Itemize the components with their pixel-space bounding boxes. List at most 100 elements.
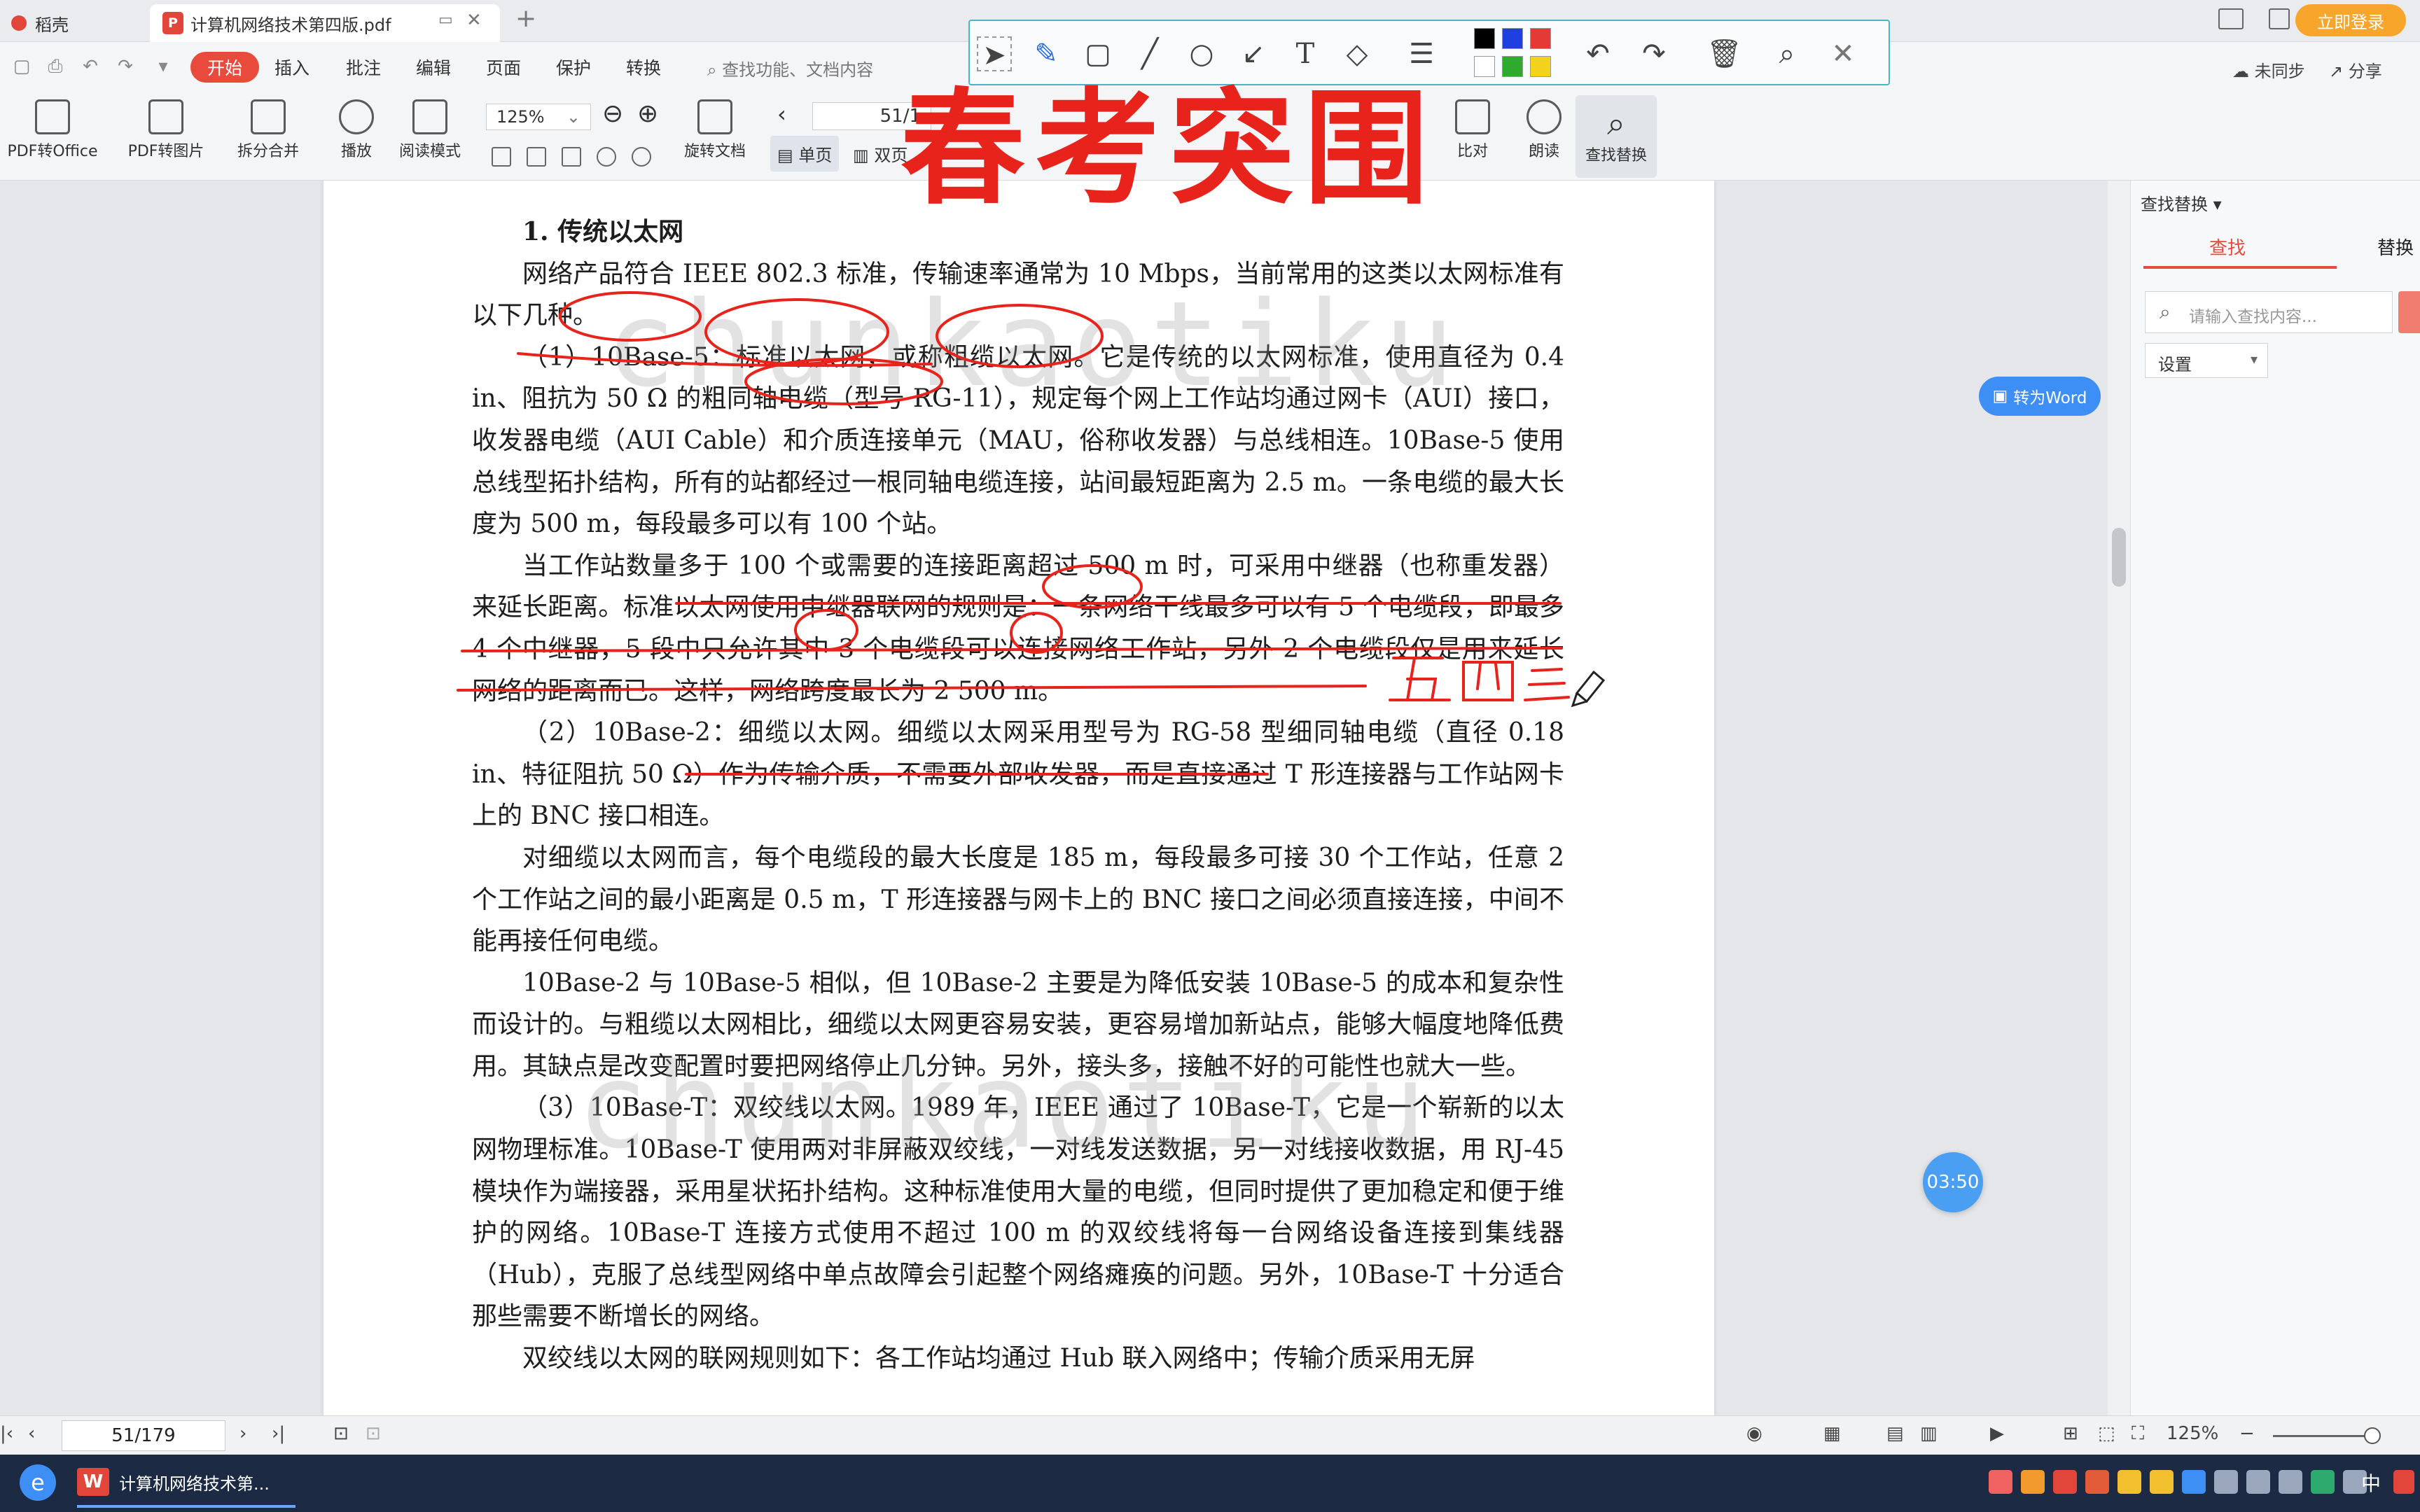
document-viewport[interactable]: 1. 传统以太网 网络产品符合 IEEE 802.3 标准，传输速率通常为 10… <box>0 181 2115 1415</box>
fit-page-icon[interactable]: ⊡ <box>333 1423 349 1444</box>
menu-insert[interactable]: 插入 <box>274 55 310 80</box>
find-submit-button[interactable] <box>2398 291 2420 333</box>
zoom-in-icon[interactable]: ⊕ <box>637 99 658 128</box>
rotate-document-button[interactable]: 旋转文档 <box>676 99 753 161</box>
quick-access-dropdown-icon[interactable]: ▾ <box>153 56 174 77</box>
line-width-icon[interactable]: ☰ <box>1404 36 1439 71</box>
menu-page[interactable]: 页面 <box>486 55 521 80</box>
next-page-icon[interactable]: › <box>239 1423 246 1444</box>
wechat-icon[interactable] <box>2311 1470 2335 1494</box>
status-page-field[interactable]: 51/179 <box>62 1420 225 1451</box>
folder-icon[interactable] <box>2118 1470 2141 1494</box>
tray-app-icon-3[interactable] <box>2053 1470 2077 1494</box>
find-input[interactable]: ⌕ 请输入查找内容... <box>2145 291 2393 333</box>
first-page-icon[interactable]: |‹ <box>0 1423 13 1444</box>
fit-icon[interactable] <box>492 147 511 167</box>
tab-document[interactable]: P 计算机网络技术第四版.pdf ▭ ✕ <box>150 4 500 42</box>
tray-app-icon-6[interactable] <box>2393 1470 2414 1494</box>
tab-replace[interactable]: 替换 <box>2377 234 2414 260</box>
share-button[interactable]: ↗ 分享 <box>2329 57 2382 82</box>
layout-icon[interactable] <box>2218 8 2244 29</box>
close-tab-button[interactable]: ✕ <box>466 10 482 31</box>
compare-button[interactable]: 比对 <box>1434 99 1511 161</box>
grid-icon[interactable] <box>2269 8 2290 29</box>
status-zoom-value[interactable]: 125% <box>2167 1423 2218 1444</box>
split-merge-button[interactable]: 拆分合并 <box>225 99 311 161</box>
pdf-to-image-button[interactable]: PDF转图片 <box>119 99 213 161</box>
tab-find[interactable]: 查找 <box>2209 234 2246 260</box>
network-icon[interactable] <box>2246 1470 2270 1494</box>
arrow-tool-icon[interactable]: ↙ <box>1236 36 1271 71</box>
select-icon[interactable] <box>562 147 581 167</box>
sync-status[interactable]: ☁ 未同步 <box>2232 57 2305 82</box>
single-page-button[interactable]: ▤ 单页 <box>770 136 840 172</box>
panel-title[interactable]: 查找替换 ▾ <box>2141 190 2222 215</box>
trash-icon[interactable]: 🗑 <box>1706 36 1742 71</box>
menu-annotate[interactable]: 批注 <box>346 55 381 80</box>
fullscreen-icon[interactable]: ⛶ <box>2132 1423 2144 1445</box>
function-search[interactable]: ⌕ 查找功能、文档内容 <box>707 56 873 80</box>
tray-app-icon-5[interactable] <box>2182 1470 2206 1494</box>
vertical-scrollbar[interactable] <box>2108 181 2130 1415</box>
tray-app-icon-2[interactable] <box>2021 1470 2045 1494</box>
rectangle-tool-icon[interactable]: ▢ <box>1080 36 1115 71</box>
crop-icon[interactable] <box>527 147 546 167</box>
redo-icon[interactable]: ↷ <box>115 56 136 77</box>
zoom-slider-knob[interactable] <box>2364 1427 2381 1444</box>
new-tab-button[interactable]: + <box>515 4 536 33</box>
read-mode-button[interactable]: 阅读模式 <box>394 99 466 161</box>
rotate-right-icon[interactable] <box>632 147 651 167</box>
color-swatch-green[interactable] <box>1502 56 1523 77</box>
scrollbar-thumb[interactable] <box>2112 528 2126 587</box>
zoom-select[interactable]: 125% ⌄ <box>486 104 591 130</box>
print-icon[interactable]: ⎙ <box>45 56 66 77</box>
redo-stroke-icon[interactable]: ↷ <box>1636 36 1671 71</box>
pointer-tool-icon[interactable]: ➤ <box>977 36 1012 71</box>
menu-protect[interactable]: 保护 <box>556 55 591 80</box>
volume-icon[interactable] <box>2279 1470 2302 1494</box>
pdf-to-office-button[interactable]: PDF转Office <box>0 99 105 161</box>
recording-timer[interactable]: 03:50 <box>1923 1152 1983 1212</box>
color-swatch-blue[interactable] <box>1502 28 1523 49</box>
find-replace-button[interactable]: ⌕ 查找替换 <box>1576 95 1657 178</box>
text-tool-icon[interactable]: T <box>1288 36 1323 71</box>
ime-indicator[interactable]: 中 <box>2361 1469 2381 1497</box>
menu-start[interactable]: 开始 <box>190 52 260 83</box>
tray-app-icon-4[interactable] <box>2085 1470 2109 1494</box>
taskbar-app-wps[interactable]: W 计算机网络技术第... <box>77 1459 295 1508</box>
continuous-scroll-icon[interactable]: ▦ <box>1823 1423 1841 1444</box>
menu-edit[interactable]: 编辑 <box>416 55 451 80</box>
circle-tool-icon[interactable]: ○ <box>1184 36 1219 71</box>
close-toolbar-icon[interactable]: ✕ <box>1826 36 1861 71</box>
color-swatch-black[interactable] <box>1474 28 1495 49</box>
line-tool-icon[interactable]: ╱ <box>1132 36 1167 71</box>
float-window-icon[interactable]: ▭ <box>438 11 453 29</box>
prev-page-icon[interactable]: ‹ <box>28 1423 35 1444</box>
pen-tool-icon[interactable]: ✎ <box>1029 36 1064 71</box>
fit-window-icon[interactable]: ⬚ <box>2098 1423 2115 1444</box>
actual-size-icon[interactable]: ⊞ <box>2063 1423 2078 1444</box>
tray-app-icon-1[interactable] <box>1989 1470 2012 1494</box>
convert-to-word-button[interactable]: ▣ 转为Word <box>1979 377 2101 416</box>
zoom-out-icon[interactable]: ⊖ <box>602 99 623 128</box>
menu-convert[interactable]: 转换 <box>626 55 661 80</box>
read-aloud-button[interactable]: 朗读 <box>1521 99 1567 161</box>
eye-icon[interactable]: ◉ <box>1746 1423 1762 1444</box>
double-view-icon[interactable]: ▥ <box>1920 1423 1938 1444</box>
single-view-icon[interactable]: ▤ <box>1886 1423 1904 1444</box>
eraser-tool-icon[interactable]: ◇ <box>1340 36 1375 71</box>
color-swatch-yellow[interactable] <box>1530 56 1551 77</box>
settings-select[interactable]: 设置 ▾ <box>2145 343 2268 378</box>
undo-icon[interactable]: ↶ <box>80 56 101 77</box>
play-button[interactable]: 播放 <box>332 99 381 161</box>
play-slides-icon[interactable]: ▶ <box>1990 1423 2004 1444</box>
search-tool-icon[interactable]: ⌕ <box>1769 36 1804 71</box>
color-swatch-white[interactable] <box>1474 56 1495 77</box>
rotate-left-icon[interactable] <box>597 147 616 167</box>
tab-home[interactable]: 稻壳 <box>0 4 147 42</box>
previous-page-icon[interactable]: ‹ <box>777 101 786 127</box>
zoom-minus-icon[interactable]: − <box>2239 1423 2255 1444</box>
login-button[interactable]: 立即登录 <box>2295 4 2406 36</box>
save-icon[interactable]: ▢ <box>11 56 32 77</box>
microphone-icon[interactable] <box>2214 1470 2238 1494</box>
